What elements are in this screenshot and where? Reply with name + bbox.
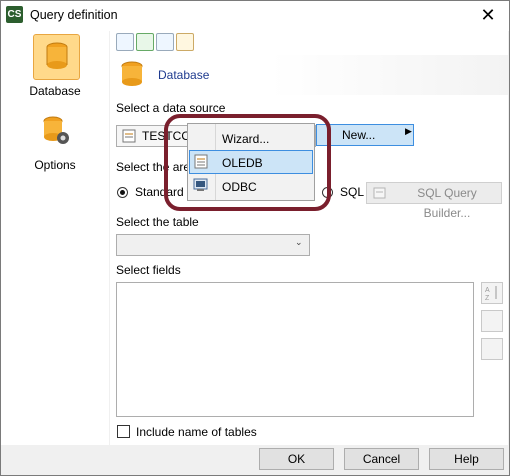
copy-fields-icon[interactable]	[481, 338, 503, 360]
sql-builder-label: SQL Query Builder...	[417, 186, 477, 220]
table-combo[interactable]: ⌄	[116, 234, 310, 256]
nav-options-label[interactable]: Options	[1, 158, 109, 172]
sort-fields-icon[interactable]: A Z	[481, 282, 503, 304]
nav-database-button[interactable]	[33, 34, 80, 80]
toolbar-new-icon[interactable]	[116, 33, 134, 51]
submenu-arrow-icon: ▶	[405, 126, 412, 136]
datasource-icon	[122, 129, 136, 143]
query-builder-icon	[373, 187, 386, 199]
ok-button[interactable]: OK	[259, 448, 334, 470]
fields-listbox[interactable]	[116, 282, 474, 417]
new-button-label: New...	[342, 128, 376, 142]
app-icon: CS	[6, 6, 23, 23]
database-icon	[46, 42, 68, 69]
svg-text:Z: Z	[485, 295, 490, 302]
window-title: Query definition	[30, 8, 118, 22]
standard-radio[interactable]	[117, 187, 128, 198]
include-tables-checkbox[interactable]	[117, 425, 130, 438]
field-properties-icon[interactable]	[481, 310, 503, 332]
header-database-icon	[121, 61, 143, 86]
highlight-ring	[164, 114, 331, 211]
sort-az-icon: A Z	[485, 286, 497, 302]
fields-label: Select fields	[116, 263, 181, 277]
svg-text:A: A	[485, 287, 490, 294]
datasource-label: Select a data source	[116, 101, 226, 115]
help-button[interactable]: Help	[429, 448, 504, 470]
toolbar-edit-icon[interactable]	[176, 33, 194, 51]
nav-database-label: Database	[29, 84, 81, 98]
table-label: Select the table	[116, 215, 199, 229]
sql-label[interactable]: SQL	[340, 185, 364, 199]
chevron-down-icon: ⌄	[295, 237, 303, 247]
toolbar-list-icon[interactable]	[156, 33, 174, 51]
cancel-button[interactable]: Cancel	[344, 448, 419, 470]
sql-query-builder-button[interactable]: SQL Query Builder...	[366, 182, 502, 220]
header-title: Database	[158, 68, 210, 82]
close-button[interactable]: ✕	[470, 1, 506, 29]
toolbar-add-icon[interactable]	[136, 33, 154, 51]
options-icon[interactable]	[42, 116, 72, 148]
include-tables-label[interactable]: Include name of tables	[136, 425, 257, 439]
